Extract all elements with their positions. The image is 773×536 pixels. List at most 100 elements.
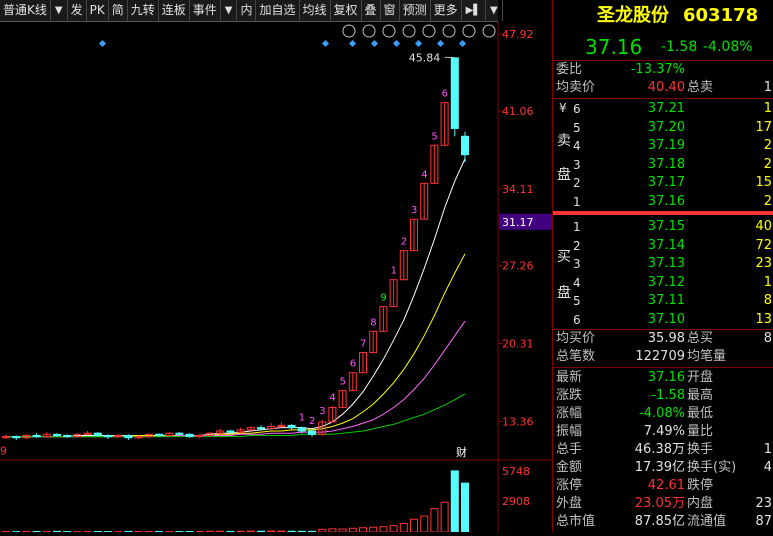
total-sell-value: 1 xyxy=(753,79,772,97)
chart-canvas[interactable]: 47.9241.0634.1131.1727.2620.3113.3612345… xyxy=(0,22,552,532)
event-diamond[interactable] xyxy=(99,40,106,47)
toolbar-item-16[interactable]: 更多 xyxy=(431,0,462,21)
stat-value-1: 17.39亿 xyxy=(613,459,685,477)
ma-line-1 xyxy=(6,254,465,437)
candle-body xyxy=(462,136,469,154)
zoom-in-icon[interactable] xyxy=(463,25,475,37)
sell-level-row[interactable]: 537.2017 xyxy=(553,119,773,137)
stat-label-2: 内盘 xyxy=(687,495,713,513)
sell-level-row[interactable]: 137.162 xyxy=(553,193,773,211)
kline-chart[interactable]: 47.9241.0634.1131.1727.2620.3113.3612345… xyxy=(0,22,552,532)
sell-group-label-2: 盘 xyxy=(557,164,571,184)
deals-value: 122709 xyxy=(613,348,685,366)
book-divider xyxy=(553,211,773,215)
toolbar-item-2[interactable]: 发 xyxy=(68,0,87,21)
step-icon[interactable] xyxy=(403,25,415,37)
toolbar-item-4[interactable]: 简 xyxy=(109,0,128,21)
high-price-label: 45.84 xyxy=(409,51,441,64)
weibi-row: 委比 -13.37% xyxy=(553,61,773,79)
td-count-label: 5 xyxy=(431,131,437,142)
play-icon[interactable] xyxy=(383,25,395,37)
event-marker[interactable]: 财 xyxy=(456,445,467,459)
candle-body xyxy=(451,58,458,129)
buy-level-number: 1 xyxy=(573,218,581,236)
stat-row: 总手46.38万换手1 xyxy=(553,441,773,459)
scissors-icon[interactable] xyxy=(423,25,435,37)
event-diamond[interactable] xyxy=(371,40,378,47)
y-tick-label: 41.06 xyxy=(502,105,534,118)
volume-bar xyxy=(411,519,418,532)
toolbar-item-15[interactable]: 预测 xyxy=(400,0,431,21)
buy-level-row[interactable]: 537.118 xyxy=(553,292,773,310)
stat-label-1: 总手 xyxy=(556,441,582,459)
toolbar-item-14[interactable]: 窗 xyxy=(381,0,400,21)
eye-icon[interactable] xyxy=(343,25,355,37)
event-diamond[interactable] xyxy=(349,40,356,47)
stat-label-1: 涨跌 xyxy=(556,387,582,405)
sell-level-number: 4 xyxy=(573,137,581,155)
toolbar-item-11[interactable]: 均线 xyxy=(300,0,331,21)
volume-tick-label: 5748 xyxy=(502,465,530,478)
y-tick-label: 20.31 xyxy=(502,337,534,350)
stock-code: 603178 xyxy=(683,2,758,30)
buy-level-row[interactable]: 637.1013 xyxy=(553,311,773,329)
avg-buy-row: 均买价 35.98 总买 8 xyxy=(553,330,773,348)
toolbar-item-3[interactable]: PK xyxy=(87,0,109,21)
toolbar-item-17[interactable]: ▶▌ xyxy=(462,0,486,21)
stat-label-2: 跌停 xyxy=(687,477,713,495)
settings-icon[interactable] xyxy=(443,25,455,37)
toolbar-item-12[interactable]: 复权 xyxy=(331,0,362,21)
td-count-label: 3 xyxy=(319,406,325,417)
toolbar-item-18[interactable]: ▼ xyxy=(486,0,503,21)
avg-sell-label: 均卖价 xyxy=(556,79,595,97)
candle-body xyxy=(309,431,316,434)
toolbar-item-9[interactable]: 内 xyxy=(237,0,256,21)
buy-group-label-2: 盘 xyxy=(557,282,571,302)
event-diamond[interactable] xyxy=(437,40,444,47)
toolbar-item-10[interactable]: 加自选 xyxy=(256,0,299,21)
y-tick-label: 34.11 xyxy=(502,183,534,196)
td-count-label: 8 xyxy=(370,317,376,328)
sell-level-row[interactable]: 637.211 xyxy=(553,100,773,118)
volume-bar xyxy=(462,483,469,532)
stock-header: 圣龙股份 603178 xyxy=(553,2,773,30)
stock-name: 圣龙股份 xyxy=(597,2,669,30)
stat-value-1: 46.38万 xyxy=(613,441,685,459)
event-diamond[interactable] xyxy=(459,40,466,47)
stat-row: 涨跌-1.58最高 xyxy=(553,387,773,405)
buy-level-row[interactable]: 337.1323 xyxy=(553,255,773,273)
buy-level-number: 3 xyxy=(573,255,581,273)
sell-level-price: 37.17 xyxy=(633,174,685,192)
toolbar-item-7[interactable]: 事件 xyxy=(190,0,221,21)
toolbar-item-8[interactable]: ▼ xyxy=(221,0,238,21)
stat-value-1: 7.49% xyxy=(613,423,685,441)
sell-level-volume: 15 xyxy=(743,174,772,192)
total-sell-label: 总卖 xyxy=(687,79,713,97)
td-count-label: 1 xyxy=(299,413,305,424)
toolbar-item-0[interactable]: 普通K线 xyxy=(0,0,51,21)
left-edge-label: 9 xyxy=(0,445,7,458)
buy-level-volume: 23 xyxy=(743,255,772,273)
toolbar-item-6[interactable]: 连板 xyxy=(159,0,190,21)
candle-body xyxy=(186,434,193,436)
buy-level-number: 5 xyxy=(573,292,581,310)
event-diamond[interactable] xyxy=(322,40,329,47)
toolbar-item-1[interactable]: ▼ xyxy=(51,0,68,21)
buy-level-volume: 8 xyxy=(743,292,772,310)
sell-level-row[interactable]: 237.1715 xyxy=(553,174,773,192)
sell-level-row[interactable]: 437.192 xyxy=(553,137,773,155)
sell-level-row[interactable]: 337.182 xyxy=(553,156,773,174)
stat-value-1: 42.61 xyxy=(613,477,685,495)
sell-level-price: 37.19 xyxy=(633,137,685,155)
event-diamond[interactable] xyxy=(393,40,400,47)
price-change: -1.58 xyxy=(661,34,697,60)
toolbar-item-13[interactable]: 叠 xyxy=(362,0,381,21)
toolbar-item-5[interactable]: 九转 xyxy=(128,0,159,21)
hand-icon[interactable] xyxy=(363,25,375,37)
buy-level-row[interactable]: 137.1540 xyxy=(553,218,773,236)
sell-level-number: 1 xyxy=(573,193,581,211)
buy-level-row[interactable]: 237.1472 xyxy=(553,237,773,255)
event-diamond[interactable] xyxy=(415,40,422,47)
buy-level-row[interactable]: 437.121 xyxy=(553,274,773,292)
zoom-out-icon[interactable] xyxy=(483,25,495,37)
